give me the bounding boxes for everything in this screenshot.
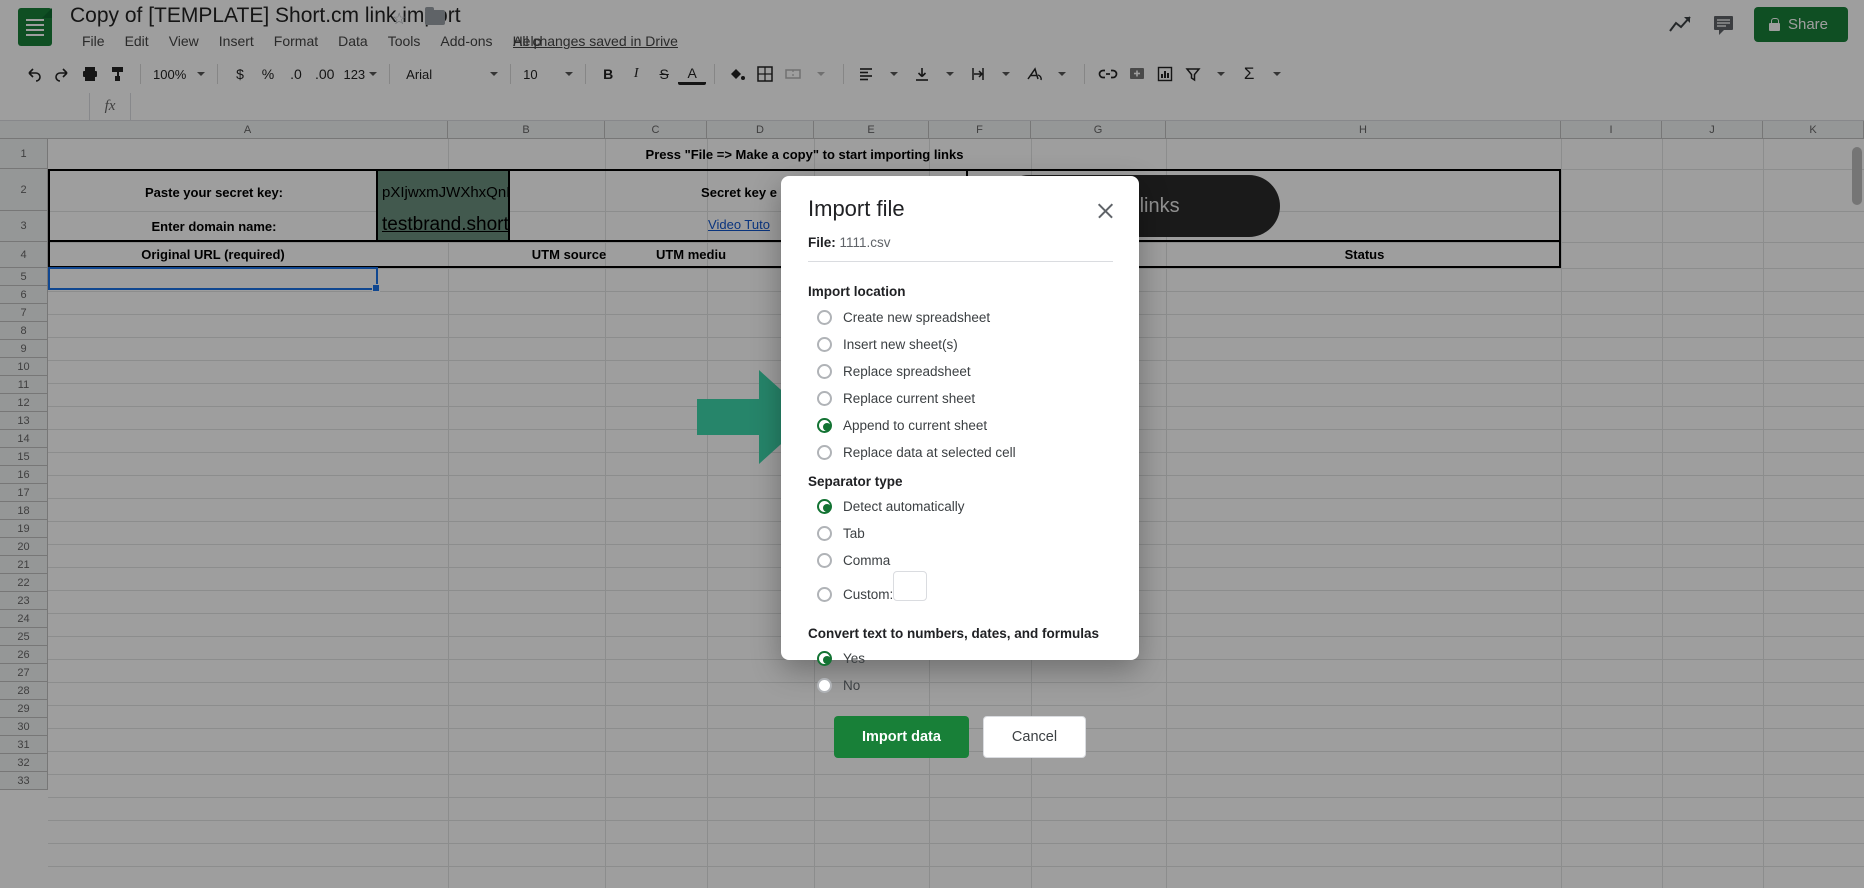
radio-tab[interactable]: Tab: [817, 524, 865, 542]
dialog-title: Import file: [808, 196, 905, 221]
radio-indicator-selected: [817, 417, 832, 433]
radio-convert-no[interactable]: No: [817, 676, 860, 694]
close-icon[interactable]: [1095, 200, 1117, 222]
radio-indicator: [817, 309, 832, 325]
radio-label: Create new spreadsheet: [843, 309, 991, 325]
radio-replace-current-sheet[interactable]: Replace current sheet: [817, 389, 975, 407]
radio-label: Detect automatically: [843, 498, 965, 514]
radio-create-new-spreadsheet[interactable]: Create new spreadsheet: [817, 308, 990, 326]
file-name: 1111.csv: [839, 235, 891, 250]
dialog-divider: [808, 261, 1113, 262]
radio-label: Replace spreadsheet: [843, 363, 971, 379]
separator-type-heading: Separator type: [808, 474, 903, 489]
radio-convert-yes[interactable]: Yes: [817, 649, 865, 667]
convert-heading: Convert text to numbers, dates, and form…: [808, 626, 1100, 641]
import-location-heading: Import location: [808, 284, 906, 299]
radio-label: No: [843, 677, 861, 693]
radio-insert-new-sheets[interactable]: Insert new sheet(s): [817, 335, 958, 353]
custom-separator-input[interactable]: [893, 571, 927, 601]
file-label: File:: [808, 235, 836, 250]
radio-label: Tab: [843, 525, 865, 541]
radio-indicator: [817, 363, 832, 379]
radio-indicator: [817, 390, 832, 406]
radio-indicator: [817, 586, 832, 602]
radio-comma[interactable]: Comma: [817, 551, 890, 569]
radio-label: Append to current sheet: [843, 417, 988, 433]
radio-label: Comma: [843, 552, 891, 568]
radio-label: Insert new sheet(s): [843, 336, 958, 352]
radio-indicator: [817, 552, 832, 568]
radio-indicator: [817, 525, 832, 541]
radio-indicator-selected: [817, 650, 832, 666]
radio-indicator: [817, 444, 832, 460]
radio-label: Replace current sheet: [843, 390, 976, 406]
radio-indicator-selected: [817, 498, 832, 514]
file-name-line: File: 1111.csv: [808, 235, 891, 250]
radio-append-to-current-sheet[interactable]: Append to current sheet: [817, 416, 987, 434]
radio-detect-automatically[interactable]: Detect automatically: [817, 497, 965, 515]
import-data-button[interactable]: Import data: [833, 716, 969, 758]
import-file-dialog: Import file File: 1111.csv Import locati…: [781, 176, 1139, 758]
radio-custom[interactable]: Custom:: [817, 585, 893, 603]
radio-indicator: [817, 677, 832, 693]
radio-replace-spreadsheet[interactable]: Replace spreadsheet: [817, 362, 971, 380]
radio-label: Replace data at selected cell: [843, 444, 1016, 460]
radio-label: Custom:: [843, 586, 894, 602]
radio-label: Yes: [843, 650, 866, 666]
radio-replace-data-at-selected-cell[interactable]: Replace data at selected cell: [817, 443, 1016, 461]
cancel-button[interactable]: Cancel: [982, 716, 1087, 758]
radio-indicator: [817, 336, 832, 352]
dialog-buttons: Import data Cancel: [781, 716, 1139, 758]
